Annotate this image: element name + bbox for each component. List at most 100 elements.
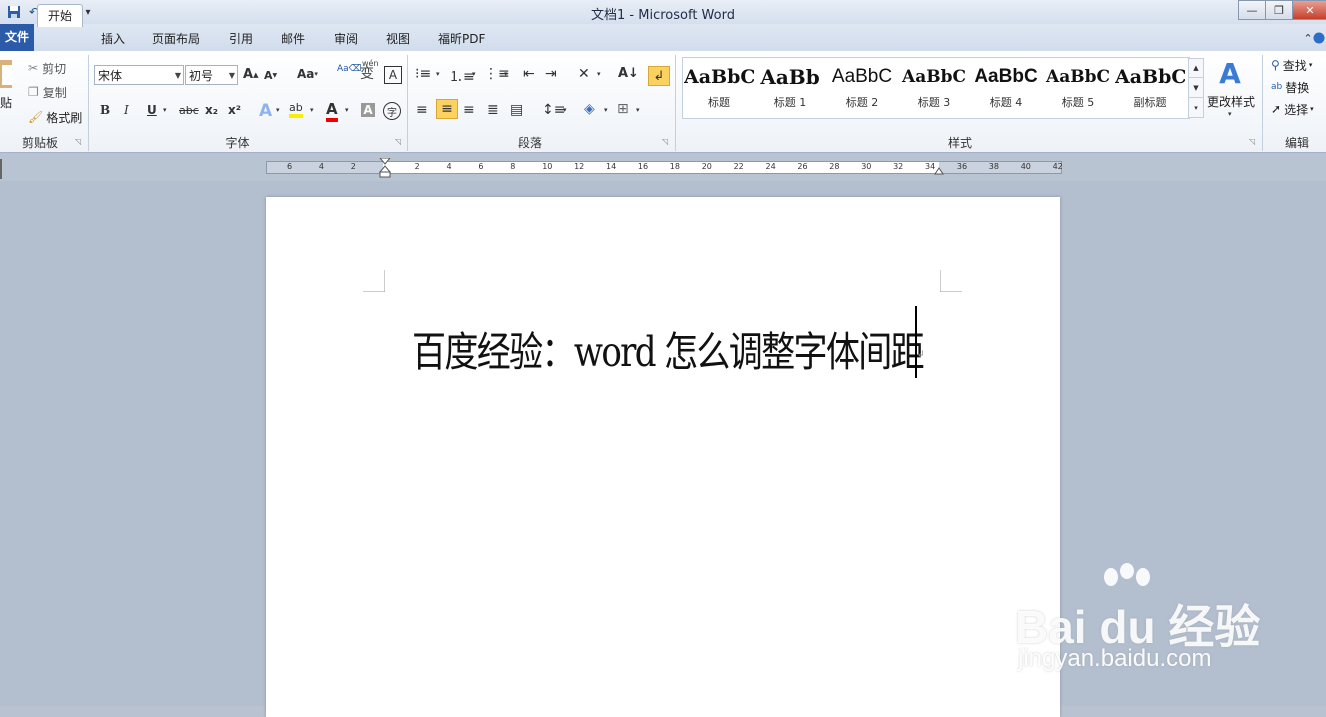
multilevel-dropdown-icon[interactable]: ▾ xyxy=(504,70,508,78)
style-tile-title[interactable]: AaBbC 标题 xyxy=(684,60,754,115)
bold-button[interactable]: B xyxy=(100,103,110,117)
decrease-indent-icon[interactable]: ⇤ xyxy=(523,66,535,82)
replace-button[interactable]: ab 替换 xyxy=(1271,78,1309,96)
italic-button[interactable]: I xyxy=(124,103,129,117)
style-tile-heading-1[interactable]: AaBb 标题 1 xyxy=(755,60,825,115)
show-formatting-marks-icon[interactable]: ↲ xyxy=(648,66,670,86)
justify-icon[interactable]: ≣ xyxy=(487,102,499,118)
ruler-number: 40 xyxy=(1020,162,1031,171)
clipboard-dialog-launcher-icon[interactable]: ◹ xyxy=(75,137,81,146)
font-group-label: 字体 xyxy=(225,136,250,150)
superscript-button[interactable]: x² xyxy=(228,103,241,117)
grow-font-icon[interactable]: A ▲ xyxy=(243,67,258,82)
ruler-number: 6 xyxy=(478,162,484,171)
ruler-number: 32 xyxy=(893,162,904,171)
tab-file[interactable]: 文件 xyxy=(0,24,34,51)
cut-button[interactable]: ✂ 剪切 xyxy=(28,59,66,77)
chinese-layout-dropdown-icon[interactable]: ▾ xyxy=(597,70,601,78)
watermark-site: jingyan.baidu.com xyxy=(1018,645,1212,672)
paste-icon[interactable] xyxy=(0,56,14,90)
ruler-number: 38 xyxy=(988,162,999,171)
change-case-icon[interactable]: Aa ▾ xyxy=(297,67,318,81)
tab-mailings[interactable]: 邮件 xyxy=(271,28,315,50)
style-tile-heading-3[interactable]: AaBbC 标题 3 xyxy=(899,60,969,115)
underline-dropdown-icon[interactable]: ▾ xyxy=(163,106,167,114)
align-center-icon[interactable]: ≡ xyxy=(436,99,458,119)
styles-scroll-up-icon[interactable]: ▲ xyxy=(1188,58,1204,78)
tab-references[interactable]: 引用 xyxy=(219,28,263,50)
tab-foxit-pdf[interactable]: 福昕PDF xyxy=(428,28,495,50)
indent-marker-icon[interactable] xyxy=(378,157,392,178)
increase-indent-icon[interactable]: ⇥ xyxy=(545,66,557,82)
tab-view[interactable]: 视图 xyxy=(376,28,420,50)
change-styles-icon[interactable]: A xyxy=(1214,57,1246,90)
styles-more-icon[interactable]: ▾ xyxy=(1188,97,1204,118)
highlight-color-icon[interactable]: ab xyxy=(289,101,303,118)
text-effects-dropdown-icon[interactable]: ▾ xyxy=(276,106,280,114)
font-color-icon[interactable]: A xyxy=(326,100,338,122)
ruler-number: 26 xyxy=(797,162,808,171)
bullets-dropdown-icon[interactable]: ▾ xyxy=(436,70,440,78)
find-button[interactable]: ⚲ 查找 ▾ xyxy=(1271,56,1312,74)
copy-button[interactable]: ❐ 复制 xyxy=(28,83,67,101)
tab-review[interactable]: 审阅 xyxy=(324,28,368,50)
font-family-combo[interactable]: 宋体 ▼ xyxy=(94,65,184,85)
highlight-dropdown-icon[interactable]: ▾ xyxy=(310,106,314,114)
style-tile-heading-4[interactable]: AaBbC 标题 4 xyxy=(971,60,1041,115)
font-color-dropdown-icon[interactable]: ▾ xyxy=(345,106,349,114)
help-icon[interactable] xyxy=(1312,30,1326,46)
paragraph-dialog-launcher-icon[interactable]: ◹ xyxy=(662,137,668,146)
tab-page-layout[interactable]: 页面布局 xyxy=(142,28,210,50)
underline-button[interactable]: U xyxy=(147,103,157,117)
scissors-icon: ✂ xyxy=(28,61,39,75)
ruler-number: 4 xyxy=(318,162,324,171)
minimize-button[interactable]: — xyxy=(1238,0,1266,20)
bullets-icon[interactable]: ⁝≡ xyxy=(415,66,431,82)
title-bar: ↶ ▾ ↻ ▾ 文档1 - Microsoft Word — ❐ ✕ xyxy=(0,0,1326,24)
borders-icon[interactable]: ⊞ xyxy=(617,101,629,117)
borders-dropdown-icon[interactable]: ▾ xyxy=(636,106,640,114)
document-text[interactable]: 百度经验：word 怎么调整字体间距 xyxy=(412,318,925,378)
character-shading-icon[interactable]: A xyxy=(361,103,375,117)
tab-insert[interactable]: 插入 xyxy=(91,28,135,50)
subscript-button[interactable]: x₂ xyxy=(205,103,218,117)
left-edge-marker xyxy=(0,159,2,179)
format-painter-button[interactable]: 🖌 格式刷 xyxy=(28,108,82,126)
paragraph-mark-icon: ↲ xyxy=(917,350,925,360)
shrink-font-icon[interactable]: A ▼ xyxy=(264,69,277,82)
character-border-icon[interactable]: A xyxy=(384,66,402,84)
right-indent-marker-icon[interactable] xyxy=(934,164,944,175)
sort-icon[interactable]: A↓ xyxy=(618,66,639,81)
change-styles-dropdown-icon[interactable]: ▾ xyxy=(1228,110,1232,118)
select-button[interactable]: ➚ 选择 ▾ xyxy=(1271,100,1314,118)
font-size-combo[interactable]: 初号 ▼ xyxy=(185,65,238,85)
chinese-layout-icon[interactable]: ✕ xyxy=(578,66,590,82)
numbering-dropdown-icon[interactable]: ▾ xyxy=(472,70,476,78)
style-tile-subtitle[interactable]: AaBbC 副标题 xyxy=(1115,60,1185,115)
text-effects-icon[interactable]: A xyxy=(259,101,272,121)
line-spacing-icon[interactable]: ↕≡ xyxy=(542,102,565,118)
phonetic-guide-icon[interactable]: wén 变 xyxy=(360,59,379,83)
tab-home[interactable]: 开始 xyxy=(37,4,84,27)
styles-group-label: 样式 xyxy=(947,136,972,150)
shading-icon[interactable]: ◈ xyxy=(584,101,595,117)
align-left-icon[interactable]: ≡ xyxy=(416,102,428,118)
style-tile-heading-5[interactable]: AaBbC 标题 5 xyxy=(1043,60,1113,115)
clear-formatting-icon[interactable]: Aa⌫ xyxy=(337,64,361,74)
styles-dialog-launcher-icon[interactable]: ◹ xyxy=(1249,137,1255,146)
enclose-characters-icon[interactable]: 字 xyxy=(383,102,401,120)
paragraph-group-label: 段落 xyxy=(517,136,542,150)
restore-button[interactable]: ❐ xyxy=(1265,0,1293,20)
close-button[interactable]: ✕ xyxy=(1292,0,1326,20)
align-right-icon[interactable]: ≡ xyxy=(463,102,475,118)
line-spacing-dropdown-icon[interactable]: ▾ xyxy=(563,106,567,114)
styles-scroll-down-icon[interactable]: ▼ xyxy=(1188,77,1204,98)
numbering-icon[interactable]: ⒈≡ xyxy=(449,66,475,86)
distributed-icon[interactable]: ▤ xyxy=(510,102,523,118)
change-styles-button-label[interactable]: 更改样式 xyxy=(1207,93,1255,110)
paste-button-label[interactable]: 贴 xyxy=(0,94,12,111)
font-dialog-launcher-icon[interactable]: ◹ xyxy=(395,137,401,146)
shading-dropdown-icon[interactable]: ▾ xyxy=(604,106,608,114)
strikethrough-button[interactable]: abc xyxy=(179,104,199,117)
style-tile-heading-2[interactable]: AaBbC 标题 2 xyxy=(827,60,897,115)
